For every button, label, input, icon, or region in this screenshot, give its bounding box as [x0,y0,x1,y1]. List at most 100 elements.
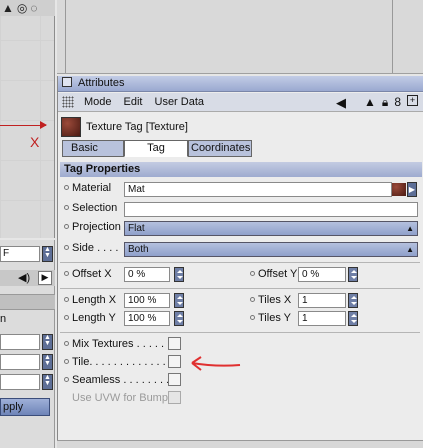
left-field-4-spinner-icon[interactable]: ▲ ▼ [42,374,53,390]
attributes-title: Attributes [78,77,125,89]
left-label-n: n [0,313,7,325]
hierarchy-icon[interactable]: 8 [394,95,401,111]
tag-title: Texture Tag [Texture] [86,121,188,133]
animate-dot-icon[interactable] [64,341,69,346]
animate-dot-icon[interactable] [250,297,255,302]
tab-basic[interactable]: Basic [62,140,124,157]
offset-x-label: Offset X [64,268,112,280]
triangle-icon[interactable]: ▲ [2,1,14,15]
left-toolbar: ◀) ▶ [0,270,55,286]
seamless-label: Seamless . . . . . . . . [64,374,169,386]
offset-x-spinner-icon[interactable] [174,267,184,282]
dropdown-arrows-icon: ▲ [406,224,414,233]
target-icon[interactable]: ◎ [17,1,27,15]
left-settings-panel: F ▲ ▼ ◀) ▶ n ▲ ▼ ▲ ▼ ▲ ▼ pply [0,240,55,448]
length-y-label: Length Y [64,312,116,324]
length-y-field[interactable]: 100 % [124,311,170,326]
offset-x-field[interactable]: 0 % [124,267,170,282]
seamless-checkbox[interactable] [168,373,181,386]
length-x-spinner-icon[interactable] [174,293,184,308]
animate-dot-icon[interactable] [64,271,69,276]
material-menu-arrow-icon[interactable]: ▶ [407,182,417,197]
left-field-2-spinner-icon[interactable]: ▲ ▼ [42,334,53,350]
use-uvw-for-bump-label: Use UVW for Bump [72,392,168,404]
left-field-1-spinner-icon[interactable]: ▲ ▼ [42,246,53,262]
animate-dot-icon[interactable] [250,315,255,320]
grip-icon[interactable] [62,96,74,108]
dropdown-arrows-icon: ▲ [406,245,414,254]
animate-dot-icon[interactable] [64,377,69,382]
circle-icon[interactable]: ◌ [30,1,37,15]
tiles-y-label: Tiles Y [250,312,291,324]
tile-label: Tile. . . . . . . . . . . . . [64,356,166,368]
menu-edit[interactable]: Edit [124,96,143,108]
x-axis-label: X [30,134,40,150]
animate-dot-icon[interactable] [64,205,69,210]
tab-coordinates[interactable]: Coordinates [188,140,252,157]
new-window-icon[interactable]: + [407,95,418,106]
separator [60,262,420,263]
section-tag-properties: Tag Properties [60,162,422,177]
attributes-panel: Attributes Mode Edit User Data ◀ ▲ 🔒︎ 8 … [57,76,423,448]
length-x-label: Length X [64,294,116,306]
lock-icon[interactable]: 🔒︎ [382,95,388,111]
material-label: Material [64,182,111,194]
left-field-4[interactable] [0,374,40,390]
left-divider [0,294,55,310]
projection-label: Projection [64,221,121,233]
left-field-1[interactable]: F [0,246,40,262]
viewport-panel[interactable] [0,0,55,238]
tiles-x-spinner-icon[interactable] [348,293,358,308]
animate-dot-icon[interactable] [64,315,69,320]
length-y-spinner-icon[interactable] [174,311,184,326]
material-field[interactable]: Mat [124,182,392,197]
left-field-3[interactable] [0,354,40,370]
annotation-arrow-icon [191,356,241,371]
side-label: Side . . . . [64,242,118,254]
material-thumbnail-icon [392,183,406,196]
separator [60,288,420,289]
menu-mode[interactable]: Mode [84,96,112,108]
tiles-x-field[interactable]: 1 [298,293,346,308]
animate-dot-icon[interactable] [64,245,69,250]
tile-checkbox[interactable] [168,355,181,368]
animate-dot-icon[interactable] [64,224,69,229]
animate-dot-icon[interactable] [64,359,69,364]
up-arrow-icon[interactable]: ▲ [364,95,376,111]
mix-textures-label: Mix Textures . . . . . . [64,338,170,350]
panel-menu-icon[interactable] [62,77,72,87]
projection-dropdown[interactable]: Flat ▲ [124,221,418,236]
left-field-2[interactable] [0,334,40,350]
texture-tag-icon [61,117,81,137]
back-arrow-icon[interactable]: ◀ [336,95,346,111]
tiles-y-field[interactable]: 1 [298,311,346,326]
selection-field[interactable] [124,202,418,217]
play-icon[interactable]: ▶ [38,271,52,285]
tab-tag[interactable]: Tag [124,140,188,157]
top-viewport-area [57,0,423,74]
length-x-field[interactable]: 100 % [124,293,170,308]
offset-y-label: Offset Y [250,268,297,280]
separator [60,332,420,333]
offset-y-field[interactable]: 0 % [298,267,346,282]
menu-user-data[interactable]: User Data [155,96,205,108]
left-field-3-spinner-icon[interactable]: ▲ ▼ [42,354,53,370]
attributes-titlebar[interactable]: Attributes [58,76,423,92]
animate-dot-icon[interactable] [64,185,69,190]
viewport-toolbar: ▲ ◎ ◌ [0,0,55,16]
offset-y-spinner-icon[interactable] [348,267,358,282]
apply-button[interactable]: pply [0,398,50,416]
mix-textures-checkbox[interactable] [168,337,181,350]
divider-line [392,0,393,73]
use-uvw-for-bump-checkbox [168,391,181,404]
tiles-y-spinner-icon[interactable] [348,311,358,326]
animate-dot-icon[interactable] [64,297,69,302]
divider-line [65,0,66,73]
animate-dot-icon[interactable] [250,271,255,276]
attributes-menubar: Mode Edit User Data ◀ ▲ 🔒︎ 8 + [58,93,423,112]
side-dropdown[interactable]: Both ▲ [124,242,418,257]
tag-header: Texture Tag [Texture] [58,114,423,140]
speaker-icon[interactable]: ◀) [18,271,30,284]
tiles-x-label: Tiles X [250,294,291,306]
viewport-grid [0,0,54,238]
